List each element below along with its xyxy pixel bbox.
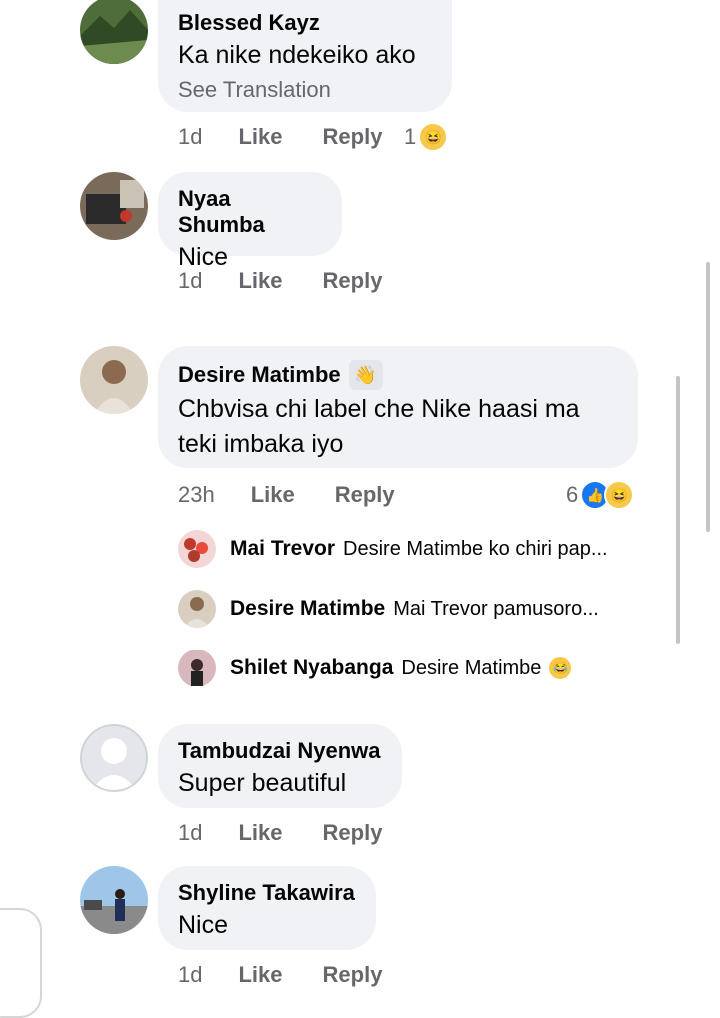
comment-text-line-1: Chbvisa chi label che Nike haasi ma — [178, 395, 580, 423]
comment-bubble-blessed-kayz: Blessed Kayz Ka nike ndekeiko ako See Tr… — [158, 0, 452, 112]
like-button[interactable]: Like — [238, 268, 282, 294]
comment-actions: 1d Like Reply — [178, 820, 382, 846]
reply-button[interactable]: Reply — [323, 124, 383, 150]
avatar-shyline-takawira[interactable] — [80, 866, 148, 934]
reply-text: Desire Matimbe ko chiri pap... — [343, 537, 608, 560]
reply-item[interactable]: Mai Trevor Desire Matimbe ko chiri pap..… — [178, 530, 608, 568]
comment-bubble-tambudzai-nyenwa: Tambudzai Nyenwa Super beautiful — [158, 724, 402, 808]
comment-text: Nice — [178, 911, 229, 939]
like-button[interactable]: Like — [238, 962, 282, 988]
avatar-desire-matimbe-small — [178, 590, 216, 628]
comment-text: Super beautiful — [178, 769, 347, 797]
avatar-blessed-kayz[interactable] — [80, 0, 148, 64]
see-translation-link[interactable]: See Translation — [178, 77, 432, 103]
comment-text: Ka nike ndekeiko ako — [178, 41, 416, 69]
reply-button[interactable]: Reply — [323, 268, 383, 294]
like-button[interactable]: Like — [238, 124, 282, 150]
comment-author: Desire Matimbe 👋 — [178, 360, 618, 390]
reaction-summary[interactable]: 1 😆 — [404, 122, 449, 152]
avatar-tambudzai-nyenwa[interactable] — [80, 724, 148, 792]
waving-hand-icon: 👋 — [348, 360, 383, 390]
comment-author[interactable]: Tambudzai Nyenwa — [178, 738, 382, 764]
avatar-mai-trevor — [178, 530, 216, 568]
reaction-summary[interactable]: 6 👍 😆 — [566, 480, 635, 510]
comment-actions: 1d Like Reply — [178, 962, 382, 988]
avatar-nyaa-shumba[interactable] — [80, 172, 148, 240]
comment-text-line-2: teki imbaka iyo — [178, 430, 344, 458]
comment-bubble-desire-matimbe: Desire Matimbe 👋 Chbvisa chi label che N… — [158, 346, 638, 468]
laughing-emoji-icon: 😆 — [604, 480, 635, 510]
comment-time: 1d — [178, 820, 203, 845]
comment-author[interactable]: Shyline Takawira — [178, 880, 356, 906]
comment-bubble-nyaa-shumba: Nyaa Shumba Nice — [158, 172, 342, 271]
reply-button[interactable]: Reply — [323, 962, 383, 988]
reply-button[interactable]: Reply — [323, 820, 383, 846]
comment-time: 23h — [178, 482, 215, 507]
comment-time: 1d — [178, 962, 203, 987]
reply-item[interactable]: Desire Matimbe Mai Trevor pamusoro... — [178, 590, 599, 628]
comment-actions: 23h Like Reply — [178, 482, 395, 508]
comment-time: 1d — [178, 124, 203, 149]
reply-author[interactable]: Mai Trevor — [230, 537, 335, 561]
reply-text: Mai Trevor pamusoro... — [393, 597, 599, 620]
reaction-count: 6 — [566, 482, 579, 507]
avatar-shilet-nyabanga — [178, 650, 216, 686]
comment-actions: 1d Like Reply — [178, 124, 382, 150]
laughing-emoji-icon: 😆 — [418, 122, 449, 152]
reply-button[interactable]: Reply — [335, 482, 395, 508]
page-scrollbar[interactable] — [706, 262, 710, 532]
reaction-count: 1 — [404, 124, 417, 149]
bottom-left-frame-edge — [0, 908, 42, 1018]
comment-actions: 1d Like Reply — [178, 268, 382, 294]
reply-text: Desire Matimbe — [401, 656, 542, 679]
comment-bubble-shyline-takawira: Shyline Takawira Nice — [158, 866, 376, 950]
comment-author[interactable]: Nyaa Shumba — [178, 186, 322, 238]
laughing-tears-icon: 😂 — [547, 655, 574, 681]
like-button[interactable]: Like — [251, 482, 295, 508]
avatar-desire-matimbe[interactable] — [80, 346, 148, 414]
comment-time: 1d — [178, 268, 203, 293]
replies-scrollbar[interactable] — [676, 376, 680, 644]
comment-author-name[interactable]: Desire Matimbe — [178, 362, 341, 388]
reply-author[interactable]: Shilet Nyabanga — [230, 656, 393, 680]
reply-item[interactable]: Shilet Nyabanga Desire Matimbe 😂 — [178, 650, 574, 686]
reply-author[interactable]: Desire Matimbe — [230, 597, 385, 621]
like-button[interactable]: Like — [238, 820, 282, 846]
comment-author[interactable]: Blessed Kayz — [178, 10, 432, 36]
